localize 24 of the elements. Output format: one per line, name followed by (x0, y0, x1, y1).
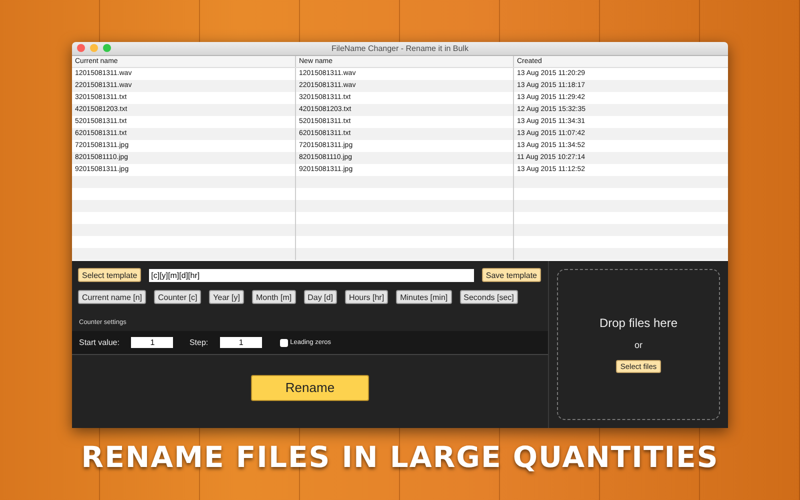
zoom-button[interactable] (103, 44, 111, 52)
start-value-label: Start value: (79, 338, 120, 347)
step-field[interactable]: 1 (220, 337, 262, 348)
token-button[interactable]: Minutes [min] (396, 290, 452, 304)
token-button[interactable]: Current name [n] (78, 290, 146, 304)
step-label: Step: (189, 338, 208, 347)
token-button[interactable]: Counter [c] (154, 290, 202, 304)
leading-zeros-checkbox[interactable] (280, 338, 288, 346)
token-button[interactable]: Day [d] (304, 290, 337, 304)
window-title: FileName Changer - Rename it in Bulk (332, 44, 468, 53)
save-template-button[interactable]: Save template (482, 268, 541, 282)
select-template-button[interactable]: Select template (78, 268, 142, 282)
drop-files-text: Drop files here (599, 316, 678, 330)
rename-button[interactable]: Rename (251, 374, 369, 400)
template-field[interactable]: [c][y][m][d][hr] (149, 268, 474, 282)
close-button[interactable] (77, 44, 85, 52)
token-button[interactable]: Month [m] (252, 290, 296, 304)
start-value-field[interactable]: 1 (131, 337, 174, 348)
token-button[interactable]: Seconds [sec] (460, 290, 518, 304)
token-button[interactable]: Year [y] (209, 290, 244, 304)
token-button[interactable]: Hours [hr] (344, 290, 388, 304)
minimize-button[interactable] (90, 44, 98, 52)
caption-text: RENAME FILES IN LARGE QUANTITIES (81, 440, 719, 474)
or-text: or (634, 340, 642, 350)
